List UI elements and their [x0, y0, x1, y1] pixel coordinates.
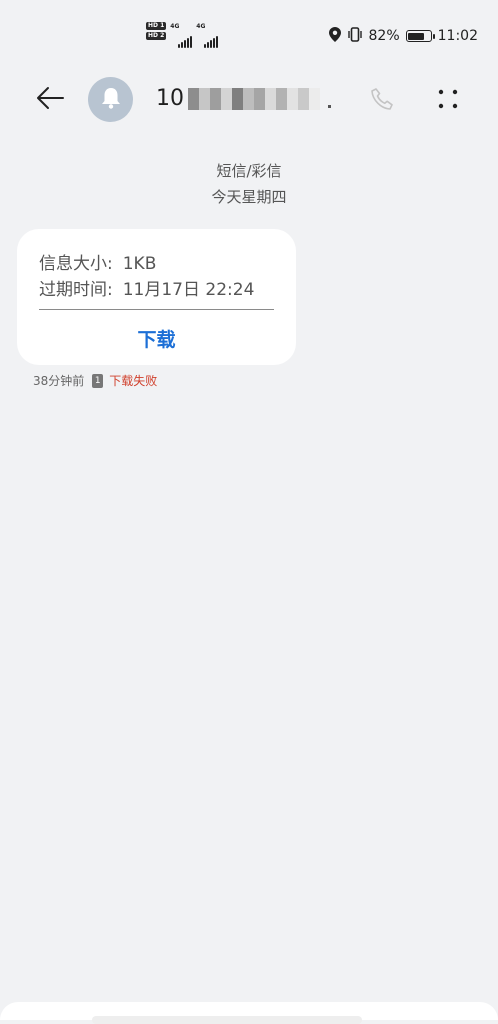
bell-icon: [100, 86, 122, 114]
mms-size-row: 信息大小: 1KB: [39, 249, 156, 274]
avatar[interactable]: [88, 77, 133, 122]
clock: 11:02: [437, 28, 478, 44]
message-time-ago: 38分钟前: [33, 374, 85, 388]
date-separator: 今天星期四: [211, 188, 287, 206]
battery-icon: [405, 30, 435, 42]
more-button[interactable]: [430, 84, 466, 118]
mms-expiry-row: 过期时间: 11月17日 22:24: [39, 275, 254, 300]
back-button[interactable]: [30, 82, 70, 118]
contact-name: 10: [156, 86, 331, 111]
network-type-sim1: 4G: [170, 23, 180, 30]
battery-percent: 82%: [368, 28, 400, 44]
mms-expiry-value: 11月17日 22:24: [122, 280, 255, 300]
signal-icon-sim1: 4G: [170, 22, 193, 48]
call-button[interactable]: [365, 84, 399, 118]
phone-icon: [369, 86, 395, 116]
download-status[interactable]: 下载失败: [109, 372, 157, 389]
location-icon: [328, 26, 341, 46]
mms-expiry-label: 过期时间:: [39, 280, 113, 300]
status-right: 82% 11:02: [328, 26, 478, 46]
message-meta: 38分钟前 1 下载失败: [33, 372, 157, 389]
mms-notification-bubble[interactable]: 信息大小: 1KB 过期时间: 11月17日 22:24 下载: [17, 229, 296, 365]
message-input-field[interactable]: [92, 1016, 362, 1024]
message-type-label: 短信/彩信: [216, 162, 282, 180]
sim-tags: HD 1 HD 2: [146, 22, 167, 40]
arrow-left-icon: [35, 86, 65, 114]
mms-size-label: 信息大小:: [39, 254, 113, 274]
mms-size-value: 1KB: [122, 254, 157, 274]
bubble-divider: [39, 309, 274, 310]
sim1-hd-tag: HD 1: [146, 22, 167, 30]
conversation-header: 10: [0, 72, 498, 128]
download-button[interactable]: 下载: [17, 325, 296, 352]
vibrate-icon: [347, 26, 363, 46]
sim2-hd-tag: HD 2: [146, 32, 167, 40]
contact-name-text: 10: [156, 86, 184, 111]
status-bar: HD 1 HD 2 4G 4G 82% 11:02: [0, 0, 498, 72]
sim-signal-cluster: HD 1 HD 2 4G 4G: [146, 22, 219, 50]
sim-slot-badge: 1: [92, 373, 104, 388]
network-type-sim2: 4G: [196, 23, 206, 30]
signal-icon-sim2: 4G: [196, 22, 219, 48]
more-dots-icon: [436, 87, 460, 115]
redacted-number-pixelation: [188, 87, 331, 110]
